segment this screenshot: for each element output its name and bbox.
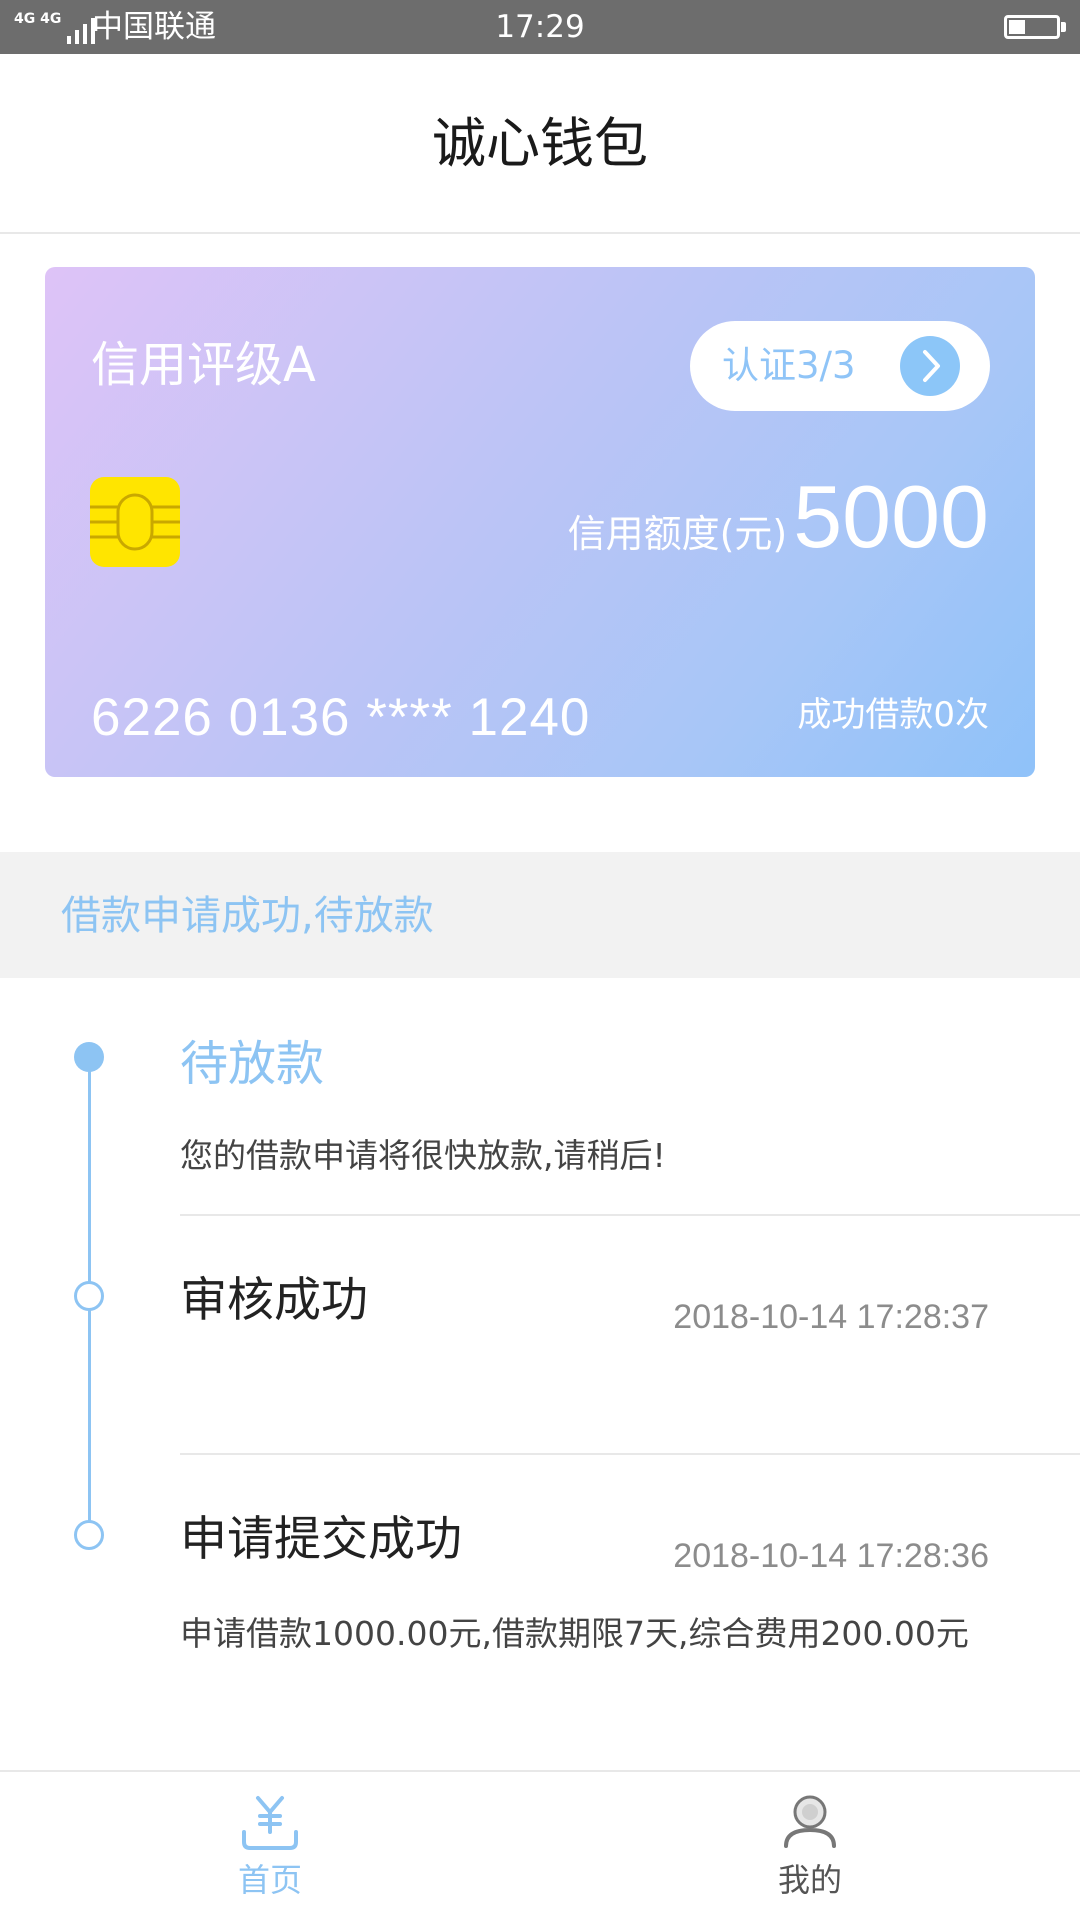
card-chip-icon — [90, 477, 180, 567]
credit-card: 信用评级A 认证3/3 信用额度(元) 5000 6226 0136 **** … — [45, 267, 1035, 777]
divider — [180, 1214, 1080, 1216]
status-bar: 4G 4G 中国联通 17:29 — [0, 0, 1080, 54]
divider — [180, 1453, 1080, 1455]
battery-icon — [1004, 15, 1066, 39]
app-header: 诚心钱包 — [0, 54, 1080, 234]
loan-status-text: 借款申请成功,待放款 — [61, 893, 434, 939]
credit-limit-label: 信用额度(元) — [567, 512, 788, 556]
credit-limit-amount: 5000 — [793, 467, 989, 566]
step-title-submitted: 申请提交成功 — [180, 1512, 462, 1567]
tab-home-label: 首页 — [237, 1861, 302, 1899]
loan-count: 成功借款0次 — [797, 695, 989, 735]
tab-mine[interactable]: 我的 — [710, 1772, 910, 1920]
page-title: 诚心钱包 — [432, 112, 648, 175]
user-icon — [784, 1795, 836, 1848]
chevron-right-icon — [900, 336, 960, 396]
timeline-dot — [74, 1520, 104, 1550]
status-time: 17:29 — [495, 9, 585, 45]
loan-status-banner: 借款申请成功,待放款 — [0, 852, 1080, 978]
step-title-approved: 审核成功 — [180, 1273, 368, 1328]
yen-icon — [242, 1796, 298, 1850]
auth-progress-button[interactable]: 认证3/3 — [690, 321, 990, 411]
step-time-approved: 2018-10-14 17:28:37 — [673, 1298, 989, 1336]
timeline-dot — [74, 1281, 104, 1311]
tab-mine-label: 我的 — [777, 1861, 842, 1899]
credit-rating: 信用评级A — [91, 337, 316, 393]
timeline-dot-current — [74, 1042, 104, 1072]
credit-limit: 信用额度(元) 5000 — [568, 467, 989, 567]
auth-progress-label: 认证3/3 — [722, 344, 856, 387]
step-title-pending: 待放款 — [180, 1036, 325, 1092]
step-desc-submitted: 申请借款1000.00元,借款期限7天,综合费用200.00元 — [180, 1614, 969, 1653]
step-time-submitted: 2018-10-14 17:28:36 — [673, 1537, 989, 1575]
step-desc-pending: 您的借款申请将很快放款,请稍后! — [180, 1136, 666, 1175]
tab-home[interactable]: 首页 — [170, 1772, 370, 1920]
card-number: 6226 0136 **** 1240 — [91, 688, 591, 747]
bottom-tab-bar: 首页 我的 — [0, 1770, 1080, 1920]
